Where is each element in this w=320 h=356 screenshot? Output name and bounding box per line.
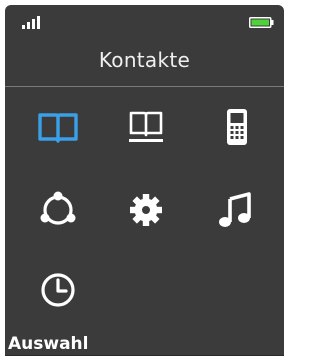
phonebook-icon[interactable] <box>34 103 82 151</box>
softkey-select[interactable]: Auswahl <box>8 334 88 354</box>
page-title: Kontakte <box>98 48 191 72</box>
music-note-icon[interactable] <box>213 185 261 233</box>
settings-gear-icon[interactable] <box>122 185 170 233</box>
title-bar: Kontakte <box>5 39 284 87</box>
phonebook-list-icon[interactable] <box>122 103 170 151</box>
battery-full-icon <box>249 17 274 28</box>
phone-screen: Kontakte Auswahl <box>5 5 284 356</box>
signal-bars-icon <box>22 16 40 29</box>
network-icon[interactable] <box>34 185 82 233</box>
clock-icon[interactable] <box>34 266 82 314</box>
mobile-phone-icon[interactable] <box>213 103 261 151</box>
status-bar <box>5 5 284 39</box>
